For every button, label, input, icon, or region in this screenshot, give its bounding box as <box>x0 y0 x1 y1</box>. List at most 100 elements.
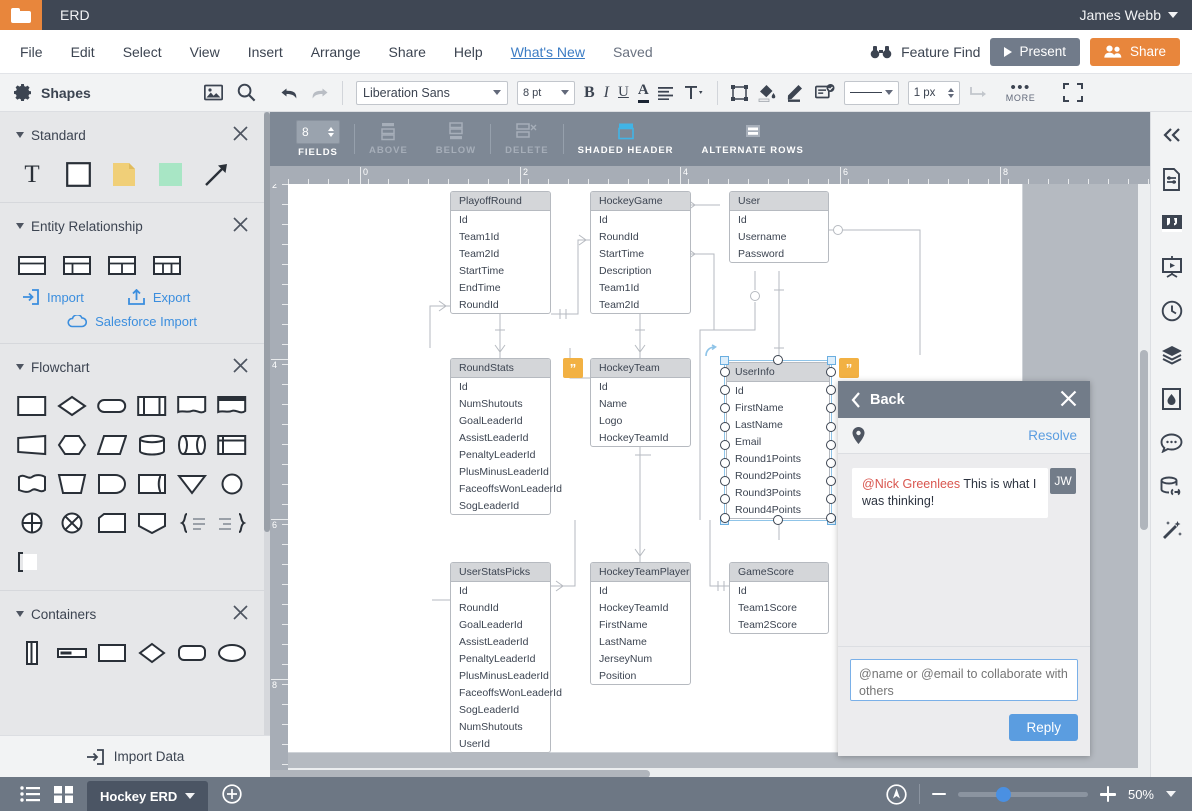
folder-icon[interactable] <box>0 0 42 30</box>
shape-stored-data[interactable] <box>136 470 168 498</box>
shape-display[interactable] <box>96 470 128 498</box>
shape-wave-document[interactable] <box>16 470 48 498</box>
shape-trapezoid[interactable] <box>16 431 48 459</box>
entity-field[interactable]: PenaltyLeaderId <box>451 650 550 667</box>
zoom-slider[interactable] <box>958 792 1088 797</box>
present-button[interactable]: Present <box>990 38 1080 66</box>
entity-field[interactable]: Team1Id <box>451 228 550 245</box>
connection-point[interactable] <box>720 513 730 523</box>
resize-handle[interactable] <box>720 356 729 365</box>
entity-table[interactable]: RoundStatsIdNumShutoutsGoalLeaderIdAssis… <box>450 358 551 515</box>
entity-field[interactable]: NumShutouts <box>451 395 550 412</box>
entity-field[interactable]: Email <box>727 433 829 450</box>
entity-field[interactable]: EndTime <box>451 279 550 296</box>
comment-item[interactable]: @Nick Greenlees This is what I was think… <box>852 468 1048 518</box>
shape-vertical-container[interactable] <box>16 639 48 667</box>
menu-select[interactable]: Select <box>109 44 176 60</box>
shape-data[interactable] <box>96 431 128 459</box>
connection-point[interactable] <box>826 458 836 468</box>
export-link[interactable]: Export <box>128 289 191 305</box>
sidebar-scroll-thumb[interactable] <box>264 112 270 532</box>
shape-arrow[interactable] <box>200 160 232 188</box>
document-properties-icon[interactable] <box>1157 164 1187 194</box>
comment-back-button[interactable]: Back <box>851 392 905 408</box>
entity-field[interactable]: StartTime <box>451 262 550 279</box>
revision-history-icon[interactable] <box>1157 296 1187 326</box>
entity-field[interactable]: Round2Points <box>727 467 829 484</box>
shape-annotation-left[interactable] <box>216 509 248 537</box>
delete-field-button[interactable]: DELETE <box>491 122 562 156</box>
fullscreen-icon[interactable] <box>1063 83 1083 102</box>
entity-field[interactable]: PlusMinusLeaderId <box>451 667 550 684</box>
magic-wand-icon[interactable] <box>1157 516 1187 546</box>
entity-field[interactable]: Id <box>451 378 550 395</box>
insert-below-button[interactable]: BELOW <box>422 122 490 156</box>
font-family-select[interactable]: Liberation Sans <box>356 81 508 105</box>
connection-point[interactable] <box>826 422 836 432</box>
resize-handle[interactable] <box>827 356 836 365</box>
close-icon[interactable] <box>233 126 248 144</box>
connector-icon[interactable] <box>969 85 991 101</box>
add-page-icon[interactable] <box>222 784 242 804</box>
entity-field[interactable]: Id <box>730 582 828 599</box>
grid-view-icon[interactable] <box>54 786 73 803</box>
share-button[interactable]: Share <box>1090 38 1180 66</box>
entity-table[interactable]: GameScoreIdTeam1ScoreTeam2Score <box>729 562 829 634</box>
alternate-rows-button[interactable]: ALTERNATE ROWS <box>688 122 818 156</box>
entity-field[interactable]: Description <box>591 262 690 279</box>
zoom-out-icon[interactable] <box>932 793 946 796</box>
resolve-button[interactable]: Resolve <box>1028 428 1077 443</box>
entity-field[interactable]: Id <box>730 211 828 228</box>
entity-field[interactable]: Team2Id <box>451 245 550 262</box>
shape-text[interactable]: T <box>16 160 48 188</box>
close-icon[interactable] <box>233 358 248 376</box>
feature-find-button[interactable]: Feature Find <box>870 44 980 60</box>
entity-field[interactable]: Id <box>451 582 550 599</box>
shape-decision[interactable] <box>56 392 88 420</box>
zoom-in-icon[interactable] <box>1100 786 1116 802</box>
entity-field[interactable]: RoundId <box>451 599 550 616</box>
position-icon[interactable] <box>731 85 748 101</box>
entity-table[interactable]: UserInfoIdFirstNameLastNameEmailRound1Po… <box>726 362 830 519</box>
entity-field[interactable]: SogLeaderId <box>451 701 550 718</box>
shape-rectangle-container[interactable] <box>96 639 128 667</box>
pointer-mode-icon[interactable] <box>886 784 907 805</box>
entity-field[interactable]: FaceoffsWonLeaderId <box>451 480 550 497</box>
redo-icon[interactable] <box>309 85 329 101</box>
shape-summing-junction[interactable] <box>16 509 48 537</box>
shape-note[interactable] <box>108 160 140 188</box>
entity-table[interactable]: HockeyTeamIdNameLogoHockeyTeamId <box>590 358 691 447</box>
text-options-icon[interactable] <box>684 85 704 100</box>
entity-field[interactable]: Team1Id <box>591 279 690 296</box>
chat-icon[interactable] <box>1157 428 1187 458</box>
shape-rectangle[interactable] <box>62 160 94 188</box>
shape-circle[interactable] <box>216 470 248 498</box>
entity-field[interactable]: Username <box>730 228 828 245</box>
collapse-triangle-icon[interactable] <box>16 611 24 617</box>
fields-count-stepper[interactable]: 8 <box>296 120 340 144</box>
comment-marker[interactable]: ” <box>563 358 583 378</box>
shape-extract[interactable] <box>136 509 168 537</box>
shape-diamond-container[interactable] <box>136 639 168 667</box>
menu-view[interactable]: View <box>176 44 234 60</box>
shape-data-icon[interactable] <box>815 84 835 101</box>
entity-field[interactable]: Round1Points <box>727 450 829 467</box>
entity-field[interactable]: Name <box>591 395 690 412</box>
shape-entity-2col[interactable] <box>106 251 138 279</box>
entity-field[interactable]: Position <box>591 667 690 684</box>
shape-sticky-note[interactable] <box>154 160 186 188</box>
shape-annotation-right[interactable] <box>176 509 208 537</box>
shape-entity-3col[interactable] <box>151 251 183 279</box>
entity-field[interactable]: Password <box>730 245 828 262</box>
entity-field[interactable]: AssistLeaderId <box>451 429 550 446</box>
salesforce-import-link[interactable]: Salesforce Import <box>0 314 264 329</box>
comment-reply-input[interactable] <box>850 659 1078 701</box>
shape-multi-document[interactable] <box>216 392 248 420</box>
connection-point[interactable] <box>773 355 783 365</box>
entity-field[interactable]: StartTime <box>591 245 690 262</box>
import-link[interactable]: Import <box>22 289 84 305</box>
entity-field[interactable]: NumShutouts <box>451 718 550 735</box>
connection-point[interactable] <box>773 515 783 525</box>
underline-button[interactable]: U <box>618 84 629 101</box>
connection-point[interactable] <box>826 513 836 523</box>
